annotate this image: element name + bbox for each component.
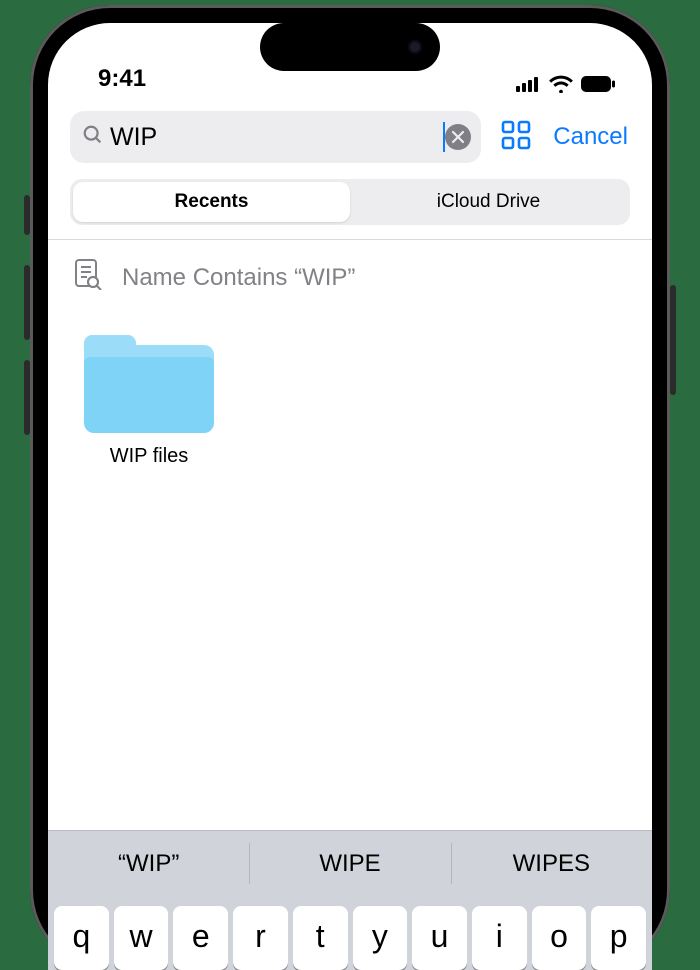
key-e[interactable]: e — [173, 906, 228, 970]
predictive-suggestion[interactable]: “WIP” — [48, 831, 249, 896]
wifi-icon — [549, 75, 573, 93]
key-t[interactable]: t — [293, 906, 348, 970]
search-input[interactable] — [104, 123, 443, 152]
cellular-icon — [516, 76, 542, 92]
search-icon — [82, 124, 104, 151]
key-q[interactable]: q — [54, 906, 109, 970]
folder-icon — [84, 335, 214, 435]
key-u[interactable]: u — [412, 906, 467, 970]
key-i[interactable]: i — [472, 906, 527, 970]
clear-search-button[interactable] — [445, 124, 471, 150]
result-folder[interactable]: WIP files — [74, 335, 224, 468]
segment-icloud-drive[interactable]: iCloud Drive — [350, 182, 627, 222]
segment-recents[interactable]: Recents — [73, 182, 350, 222]
result-label: WIP files — [74, 445, 224, 468]
key-p[interactable]: p — [591, 906, 646, 970]
predictive-bar: “WIP” WIPE WIPES — [48, 830, 652, 896]
results-grid: WIP files — [48, 315, 652, 488]
search-suggestion-row[interactable]: Name Contains “WIP” — [48, 240, 652, 315]
key-w[interactable]: w — [114, 906, 169, 970]
predictive-suggestion[interactable]: WIPES — [451, 831, 652, 896]
key-o[interactable]: o — [532, 906, 587, 970]
cancel-button[interactable]: Cancel — [551, 121, 630, 153]
search-field[interactable] — [70, 111, 481, 163]
status-time: 9:41 — [98, 65, 146, 93]
search-suggestion-label: Name Contains “WIP” — [122, 264, 355, 292]
battery-icon — [580, 75, 616, 93]
view-grid-button[interactable] — [495, 114, 537, 161]
document-search-icon — [74, 258, 102, 297]
phone-frame: 9:41 — [30, 5, 670, 970]
keyboard-row: q w e r t y u i o p — [48, 896, 652, 970]
dynamic-island — [260, 23, 440, 71]
scope-segmented-control: Recents iCloud Drive — [70, 179, 630, 225]
key-y[interactable]: y — [353, 906, 408, 970]
key-r[interactable]: r — [233, 906, 288, 970]
predictive-suggestion[interactable]: WIPE — [249, 831, 450, 896]
